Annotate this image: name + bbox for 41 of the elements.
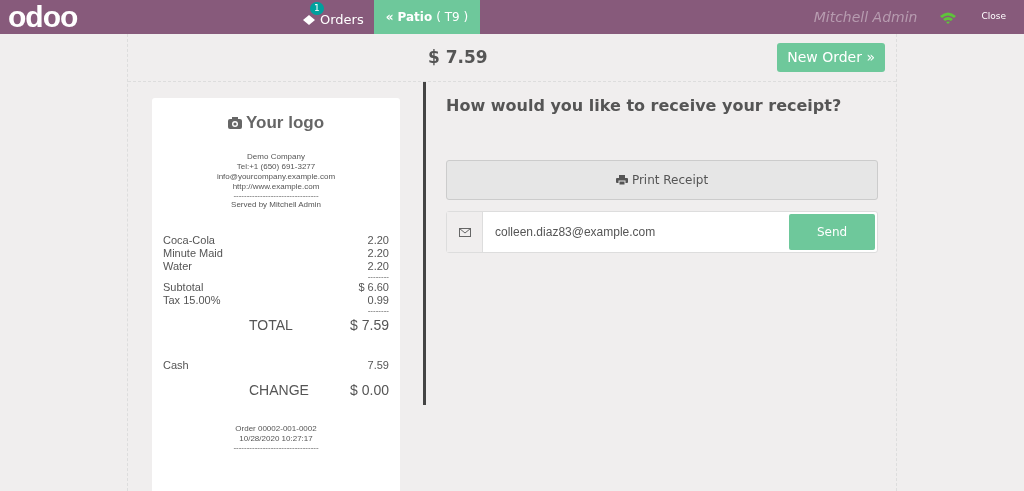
user-name: Mitchell Admin [813,7,918,27]
email-field[interactable]: colleen.diaz83@example.com Send [446,211,878,253]
tax-value: 0.99 [367,293,389,307]
change-value: $ 0.00 [350,380,389,400]
receipt-logo-text: Your logo [245,112,325,134]
order-total: $ 7.59 [428,45,488,69]
receipt-question: How would you like to receive your receipt? [446,95,843,117]
item-price: 2.20 [367,233,389,247]
total-value: $ 7.59 [350,315,389,335]
payment-method: Cash [163,358,189,372]
printer-icon [615,175,628,185]
subtotal-label: Subtotal [163,280,204,294]
change-label: CHANGE [249,380,309,400]
order-info-line: 10/28/2020 10:27:17 [238,433,314,444]
company-info-line: Demo Company [246,151,306,162]
order-info-line: Order 00002-001-0002 [234,423,318,434]
divider-dashes: -------- [366,272,389,281]
payment-amount: 7.59 [367,358,389,372]
camera-icon [227,116,242,129]
order-count-badge: 1 [310,2,324,15]
divider-dashes: -------------------------------- [232,443,320,452]
divider-dashes: -------- [366,306,389,315]
item-name: Minute Maid [163,246,223,260]
item-price: 2.20 [367,246,389,260]
item-price: 2.20 [367,259,389,273]
envelope-icon [458,227,471,237]
logo: odoo [8,2,79,32]
tax-label: Tax 15.00% [163,293,221,307]
total-label: TOTAL [249,315,293,335]
item-name: Water [163,259,192,273]
company-info-line: http://www.example.com [231,181,321,192]
orders-button[interactable]: 1 Orders [298,0,364,34]
close-button[interactable]: Close [975,9,1012,25]
served-by-text: Served by Mitchell Admin [230,199,322,210]
wifi-icon [939,10,958,24]
company-info-line: info@yourcompany.example.com [215,171,337,182]
divider-dashes: -------------------------------- [232,191,320,200]
company-info-line: Tel:+1 (650) 691-3277 [235,161,317,172]
item-name: Coca-Cola [163,233,215,247]
subtotal-value: $ 6.60 [358,280,389,294]
print-receipt-button[interactable]: Print Receipt [446,160,878,200]
